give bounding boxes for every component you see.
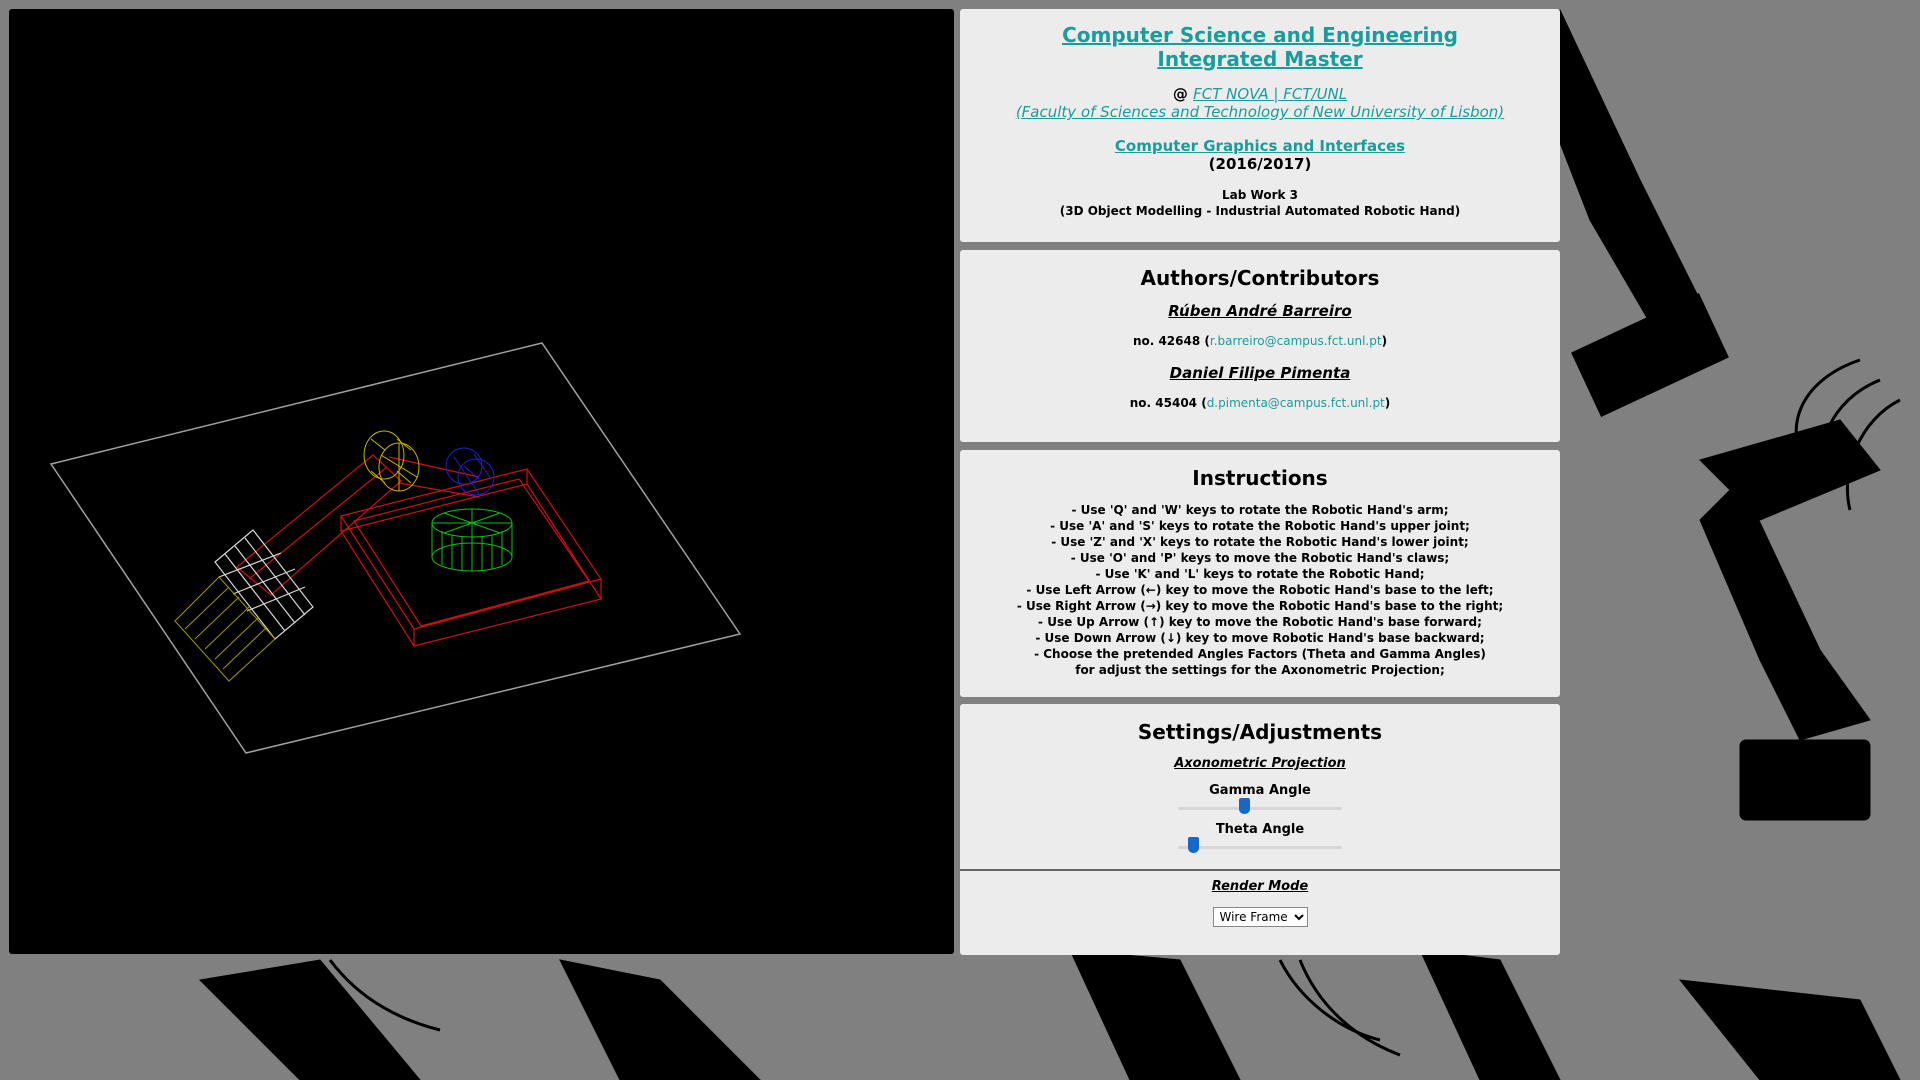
- upper-joint-wireframe: [363, 430, 420, 492]
- author-number-suffix: ): [1384, 396, 1391, 410]
- course-link[interactable]: Computer Graphics and Interfaces: [1115, 137, 1405, 155]
- instructions-list: - Use 'Q' and 'W' keys to rotate the Rob…: [960, 502, 1560, 678]
- author-email-link[interactable]: d.pimenta@campus.fct.unl.pt: [1207, 396, 1385, 410]
- instructions-heading: Instructions: [1192, 466, 1328, 490]
- render-mode-select[interactable]: Wire Frame: [1212, 907, 1308, 927]
- at-symbol: @: [1172, 85, 1194, 103]
- lab-subtitle: (3D Object Modelling - Industrial Automa…: [1059, 204, 1461, 218]
- slider-track: [1178, 846, 1342, 849]
- instruction-line: - Use Up Arrow (↑) key to move the Robot…: [1038, 615, 1482, 629]
- theta-angle-label: Theta Angle: [1215, 822, 1305, 837]
- author-email-link[interactable]: r.barreiro@campus.fct.unl.pt: [1210, 334, 1382, 348]
- instructions-panel: Instructions - Use 'Q' and 'W' keys to r…: [960, 450, 1560, 697]
- degree-subtitle-link[interactable]: Integrated Master: [960, 47, 1560, 71]
- gamma-angle-slider[interactable]: [1178, 798, 1342, 816]
- floor-plane: [49, 342, 742, 754]
- faculty-link[interactable]: (Faculty of Sciences and Technology of N…: [1016, 103, 1504, 121]
- instruction-line: - Choose the pretended Angles Factors (T…: [1034, 647, 1486, 661]
- render-mode-label: Render Mode: [1211, 879, 1309, 894]
- authors-heading: Authors/Contributors: [1140, 266, 1380, 290]
- settings-heading: Settings/Adjustments: [1137, 720, 1383, 744]
- instruction-line: - Use Down Arrow (↓) key to move Robotic…: [1035, 631, 1485, 645]
- lab-description: Lab Work 3 (3D Object Modelling - Indust…: [960, 187, 1560, 219]
- instruction-line: - Use 'A' and 'S' keys to rotate the Rob…: [1050, 519, 1470, 533]
- claw-wireframe: [174, 576, 276, 682]
- axonometric-projection-label: Axonometric Projection: [1174, 756, 1346, 771]
- authors-panel: Authors/Contributors Rúben André Barreir…: [960, 250, 1560, 442]
- slider-thumb[interactable]: [1238, 798, 1250, 814]
- claw-joint-wireframe: [214, 529, 314, 640]
- author-name: Rúben André Barreiro: [1168, 302, 1352, 320]
- base-cylinder-wireframe: [431, 508, 513, 572]
- slider-track: [1178, 807, 1342, 810]
- fct-link[interactable]: FCT NOVA | FCT/UNL: [1193, 85, 1347, 103]
- slider-thumb[interactable]: [1187, 837, 1199, 853]
- academic-year: (2016/2017): [1208, 155, 1312, 173]
- robotic-hand-scene: [49, 342, 742, 754]
- settings-panel: Settings/Adjustments Axonometric Project…: [960, 704, 1560, 955]
- theta-angle-slider[interactable]: [1178, 837, 1342, 855]
- render-canvas[interactable]: [9, 9, 954, 954]
- author-name: Daniel Filipe Pimenta: [1169, 364, 1351, 382]
- instruction-line: for adjust the settings for the Axonomet…: [1075, 663, 1445, 677]
- gamma-angle-label: Gamma Angle: [1209, 783, 1311, 798]
- author-number-suffix: ): [1381, 334, 1388, 348]
- section-divider: [960, 869, 1560, 871]
- degree-title-link[interactable]: Computer Science and Engineering: [960, 23, 1560, 47]
- author-number: no. 45404 (d.pimenta@campus.fct.unl.pt): [960, 396, 1560, 410]
- faculty-block: @ FCT NOVA | FCT/UNL (Faculty of Science…: [960, 85, 1560, 121]
- instruction-line: - Use Left Arrow (←) key to move the Rob…: [1026, 583, 1494, 597]
- author-number: no. 42648 (r.barreiro@campus.fct.unl.pt): [960, 334, 1560, 348]
- instruction-line: - Use 'Z' and 'X' keys to rotate the Rob…: [1051, 535, 1469, 549]
- author-number-prefix: no. 42648 (: [1132, 334, 1210, 348]
- author-number-prefix: no. 45404 (: [1129, 396, 1207, 410]
- instruction-line: - Use 'O' and 'P' keys to move the Robot…: [1070, 551, 1450, 565]
- instruction-line: - Use Right Arrow (→) key to move the Ro…: [1016, 599, 1504, 613]
- header-panel: Computer Science and Engineering Integra…: [960, 9, 1560, 242]
- instruction-line: - Use 'Q' and 'W' keys to rotate the Rob…: [1071, 503, 1449, 517]
- lab-title: Lab Work 3: [1222, 188, 1298, 202]
- instruction-line: - Use 'K' and 'L' keys to rotate the Rob…: [1095, 567, 1425, 581]
